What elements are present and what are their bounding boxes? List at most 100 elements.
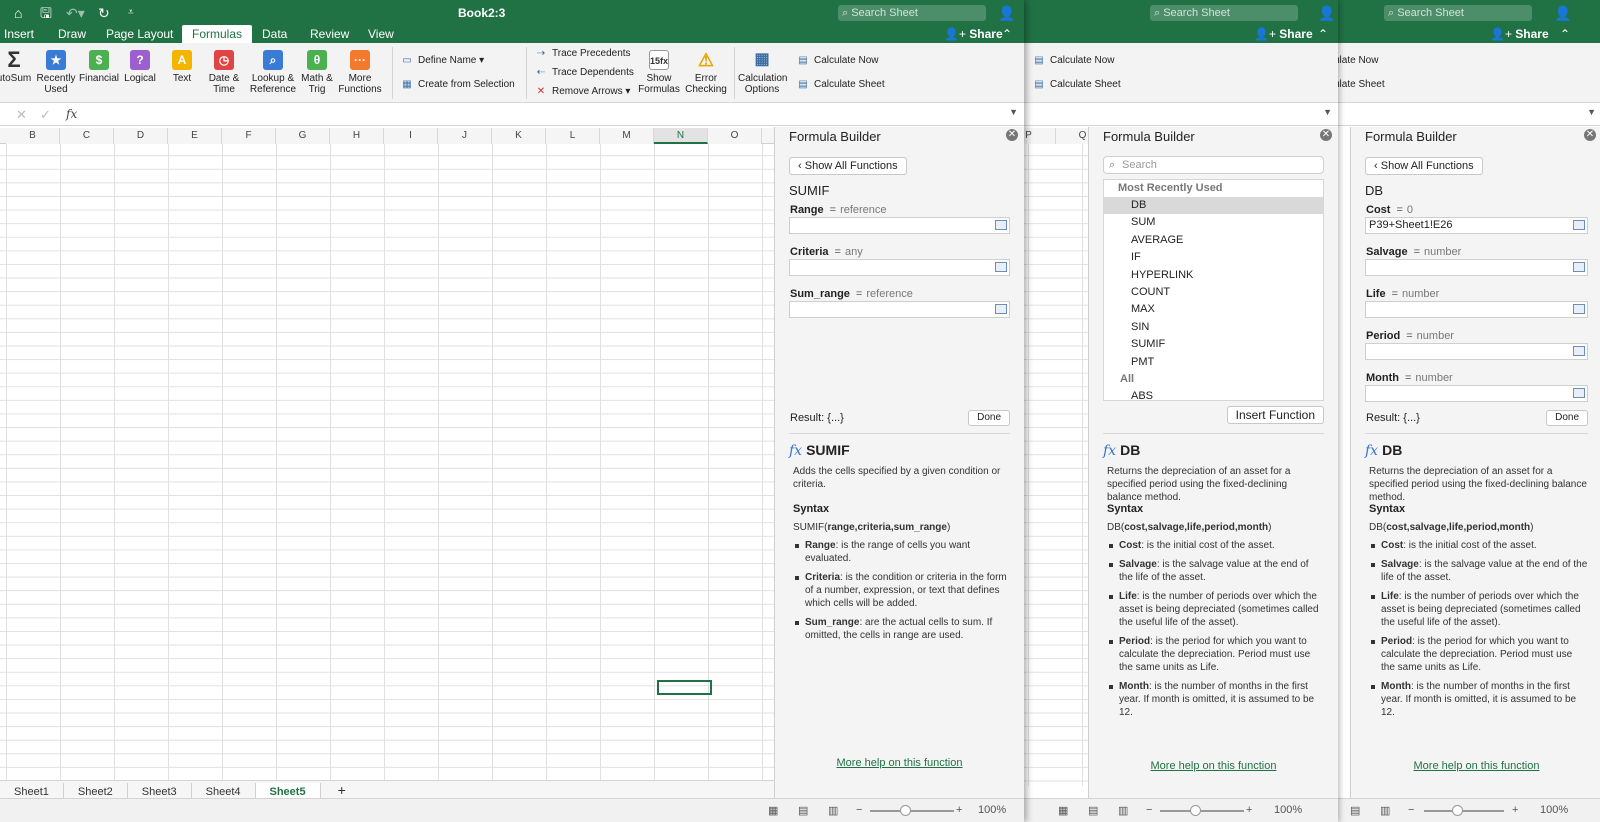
- trace-dependents-button[interactable]: ⇠ Trace Dependents: [534, 67, 634, 79]
- tab-view[interactable]: View: [368, 27, 394, 41]
- calculate-now-button[interactable]: ▤ Calculate Now: [1032, 55, 1114, 67]
- add-sheet-button[interactable]: +: [324, 781, 360, 799]
- function-list-item[interactable]: PMT: [1104, 354, 1323, 371]
- math-trig-button[interactable]: θ Math & Trig: [300, 50, 334, 95]
- tab-page-layout[interactable]: Page Layout: [106, 27, 173, 41]
- argument-input[interactable]: [789, 259, 1010, 276]
- show-all-functions-button[interactable]: ‹ Show All Functions: [1365, 157, 1483, 175]
- column-header[interactable]: M: [600, 128, 654, 144]
- trace-precedents-button[interactable]: ⇢ Trace Precedents: [534, 48, 631, 60]
- zoom-level[interactable]: 100%: [1274, 804, 1302, 816]
- range-select-icon[interactable]: [1573, 346, 1585, 356]
- more-help-label[interactable]: More help on this function: [837, 757, 963, 769]
- range-select-icon[interactable]: [1573, 304, 1585, 314]
- calculation-options-button[interactable]: ▦ Calculation Options: [738, 50, 787, 95]
- column-header[interactable]: C: [60, 128, 114, 144]
- tab-draw[interactable]: Draw: [58, 27, 86, 41]
- collapse-ribbon-icon[interactable]: ⌃: [1560, 27, 1570, 41]
- zoom-in-icon[interactable]: +: [1246, 804, 1252, 816]
- page-layout-view-icon[interactable]: ▤: [1350, 804, 1360, 817]
- column-header[interactable]: N: [654, 128, 708, 144]
- done-button[interactable]: Done: [1546, 410, 1588, 426]
- zoom-slider-thumb[interactable]: [900, 805, 911, 816]
- function-list-item[interactable]: SIN: [1104, 319, 1323, 336]
- collaborate-icon[interactable]: 👤: [1318, 5, 1335, 21]
- redo-icon[interactable]: ↻: [98, 5, 110, 21]
- formula-input[interactable]: [86, 105, 1004, 123]
- argument-input[interactable]: [789, 217, 1010, 234]
- zoom-slider[interactable]: [870, 810, 954, 812]
- column-header[interactable]: L: [546, 128, 600, 144]
- remove-arrows-button[interactable]: ✕ Remove Arrows ▾: [534, 86, 631, 98]
- tab-formulas[interactable]: Formulas: [182, 25, 253, 44]
- search-sheet-box[interactable]: ⌕ Search Sheet: [1384, 5, 1532, 21]
- collaborate-icon[interactable]: 👤: [1554, 5, 1571, 21]
- column-header[interactable]: J: [438, 128, 492, 144]
- range-select-icon[interactable]: [1573, 388, 1585, 398]
- insert-function-icon[interactable]: fx: [66, 107, 77, 121]
- more-help-label[interactable]: More help on this function: [1151, 760, 1277, 772]
- zoom-out-icon[interactable]: −: [1146, 804, 1152, 816]
- function-list-item[interactable]: COUNT: [1104, 284, 1323, 301]
- column-header[interactable]: I: [384, 128, 438, 144]
- argument-input[interactable]: [789, 301, 1010, 318]
- function-list-item[interactable]: HYPERLINK: [1104, 267, 1323, 284]
- logical-button[interactable]: ? Logical: [122, 50, 158, 84]
- page-layout-view-icon[interactable]: ▤: [798, 804, 808, 817]
- argument-input[interactable]: [1365, 301, 1588, 318]
- show-all-functions-button[interactable]: ‹ Show All Functions: [789, 157, 907, 175]
- zoom-out-icon[interactable]: −: [856, 804, 862, 816]
- collapse-ribbon-icon[interactable]: ⌃: [1318, 27, 1328, 41]
- calculate-now-button[interactable]: ulate Now: [1334, 55, 1378, 67]
- share-button[interactable]: 👤+ Share: [1254, 27, 1313, 41]
- recently-used-button[interactable]: ★ Recently Used: [36, 50, 76, 95]
- autosum-button[interactable]: ΣutoSum: [0, 49, 32, 85]
- confirm-icon[interactable]: ✓: [40, 107, 51, 123]
- calculate-sheet-button[interactable]: ▤ Calculate Sheet: [1032, 79, 1120, 91]
- home-icon[interactable]: ⌂: [14, 5, 22, 21]
- page-break-view-icon[interactable]: ▥: [1380, 804, 1390, 817]
- column-header[interactable]: P: [1022, 128, 1056, 144]
- cancel-icon[interactable]: ✕: [16, 107, 27, 123]
- lookup-reference-button[interactable]: ⌕ Lookup & Reference: [248, 50, 298, 95]
- more-help-link[interactable]: More help on this function: [775, 757, 1024, 769]
- close-icon[interactable]: ✕: [1584, 129, 1596, 141]
- date-time-button[interactable]: ◷ Date & Time: [206, 50, 242, 95]
- close-icon[interactable]: ✕: [1006, 129, 1018, 141]
- expand-formula-bar-icon[interactable]: ▼: [1323, 107, 1332, 117]
- selected-cell[interactable]: [657, 680, 712, 695]
- argument-input[interactable]: [1365, 259, 1588, 276]
- financial-button[interactable]: $ Financial: [78, 50, 120, 84]
- argument-input[interactable]: [1365, 343, 1588, 360]
- function-search-input[interactable]: ⌕ Search: [1103, 156, 1324, 174]
- tab-review[interactable]: Review: [310, 27, 349, 41]
- calculate-sheet-button[interactable]: ▤ Calculate Sheet: [796, 79, 884, 91]
- function-list-item[interactable]: MAX: [1104, 301, 1323, 318]
- expand-formula-bar-icon[interactable]: ▼: [1009, 107, 1018, 117]
- function-list-item[interactable]: AVERAGE: [1104, 232, 1323, 249]
- zoom-level[interactable]: 100%: [978, 804, 1006, 816]
- share-button[interactable]: 👤+ Share: [944, 27, 1003, 41]
- function-list-item[interactable]: DB: [1104, 197, 1323, 215]
- tab-data[interactable]: Data: [262, 27, 287, 41]
- range-select-icon[interactable]: [1573, 220, 1585, 230]
- collapse-ribbon-icon[interactable]: ⌃: [1002, 27, 1012, 41]
- done-button[interactable]: Done: [968, 410, 1010, 426]
- close-icon[interactable]: ✕: [1320, 129, 1332, 141]
- zoom-in-icon[interactable]: +: [1512, 804, 1518, 816]
- more-help-link[interactable]: More help on this function: [1351, 760, 1600, 772]
- share-button[interactable]: 👤+ Share: [1490, 27, 1549, 41]
- zoom-slider-thumb[interactable]: [1190, 805, 1201, 816]
- column-header[interactable]: D: [114, 128, 168, 144]
- function-list[interactable]: Most Recently Used DB SUM AVERAGE IF HYPERLI…: [1103, 179, 1324, 401]
- range-select-icon[interactable]: [995, 262, 1007, 272]
- function-list-item[interactable]: SUM: [1104, 214, 1323, 231]
- show-formulas-button[interactable]: 15fx Show Formulas: [636, 50, 682, 95]
- range-select-icon[interactable]: [1573, 262, 1585, 272]
- argument-input[interactable]: [1365, 385, 1588, 402]
- zoom-level[interactable]: 100%: [1540, 804, 1568, 816]
- error-checking-button[interactable]: ⚠ Error Checking: [684, 50, 728, 95]
- expand-formula-bar-icon[interactable]: ▼: [1587, 107, 1596, 117]
- text-button[interactable]: A Text: [166, 50, 198, 84]
- search-sheet-box[interactable]: ⌕ Search Sheet: [838, 5, 986, 21]
